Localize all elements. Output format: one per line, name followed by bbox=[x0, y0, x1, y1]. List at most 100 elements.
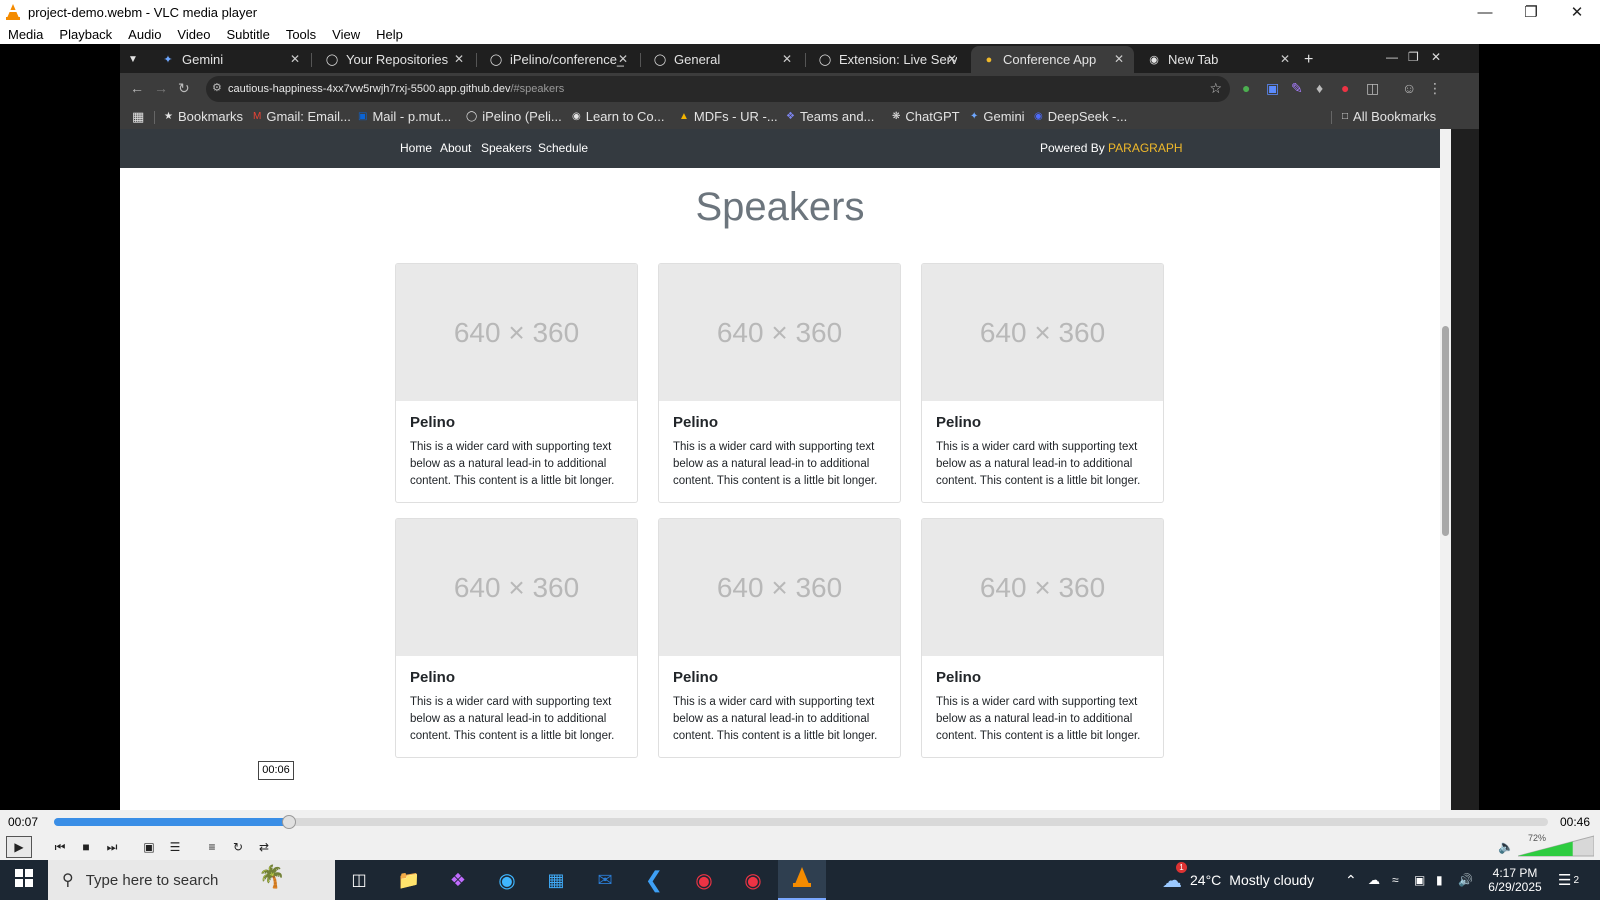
menu-video[interactable]: Video bbox=[169, 27, 218, 42]
onedrive-icon[interactable]: ☁ bbox=[1368, 860, 1380, 900]
site-info-icon[interactable]: ⚙ bbox=[212, 81, 222, 94]
back-icon[interactable]: ← bbox=[130, 80, 144, 96]
nav-speakers[interactable]: Speakers bbox=[481, 141, 532, 155]
volume-icon[interactable]: 🔊 bbox=[1458, 860, 1473, 900]
bookmark-star-icon[interactable]: ☆ bbox=[1209, 80, 1222, 97]
weather-widget[interactable]: ☁ 1 24°C Mostly cloudy bbox=[1162, 860, 1314, 900]
file-explorer-button[interactable]: 📁 bbox=[385, 860, 433, 900]
seek-handle[interactable] bbox=[281, 815, 296, 829]
close-icon[interactable]: ✕ bbox=[454, 52, 464, 66]
chevron-up-icon[interactable]: ⌃ bbox=[1345, 860, 1357, 900]
nav-home[interactable]: Home bbox=[400, 141, 432, 155]
copilot-button[interactable]: ❖ bbox=[434, 860, 482, 900]
next-button[interactable]: ⏭ bbox=[100, 836, 124, 858]
menu-kebab-icon[interactable]: ⋮ bbox=[1428, 80, 1442, 97]
store-button[interactable]: ▦ bbox=[532, 860, 580, 900]
chrome-button[interactable]: ◉ bbox=[729, 860, 777, 900]
all-bookmarks-button[interactable]: □ All Bookmarks bbox=[1342, 109, 1436, 124]
menu-playback[interactable]: Playback bbox=[51, 27, 120, 42]
nav-schedule[interactable]: Schedule bbox=[538, 141, 588, 155]
bookmark-learn-to-code[interactable]: ◉ Learn to Co... bbox=[572, 109, 665, 124]
start-button[interactable] bbox=[0, 860, 48, 900]
menu-view[interactable]: View bbox=[324, 27, 368, 42]
stop-button[interactable]: ■ bbox=[74, 836, 98, 858]
bookmark-gemini[interactable]: ✦ Gemini bbox=[970, 109, 1025, 124]
taskbar-search[interactable]: ⚲ Type here to search 🌴 bbox=[48, 860, 335, 900]
tab-extension-live-server[interactable]: ◯ Extension: Live Serv ✕ bbox=[807, 46, 967, 73]
tab-gemini[interactable]: ✦ Gemini ✕ bbox=[150, 46, 310, 73]
nav-about[interactable]: About bbox=[440, 141, 471, 155]
profile-avatar-icon[interactable]: ☺ bbox=[1402, 80, 1416, 96]
vlc-taskbar-button[interactable] bbox=[778, 860, 826, 900]
restore-button[interactable]: ❐ bbox=[1508, 0, 1554, 24]
bookmark-mdfs[interactable]: ▲ MDFs - UR -... bbox=[679, 109, 778, 124]
meet-icon[interactable]: ▣ bbox=[1414, 860, 1425, 900]
shuffle-button[interactable]: ⇄ bbox=[252, 836, 276, 858]
seek-bar[interactable] bbox=[54, 815, 1548, 829]
tab-new-tab[interactable]: ◉ New Tab ✕ bbox=[1136, 46, 1300, 73]
bookmark-gmail[interactable]: M Gmail: Email... bbox=[253, 109, 351, 124]
close-icon[interactable]: ✕ bbox=[1114, 52, 1124, 66]
scrollbar-thumb[interactable] bbox=[1442, 326, 1449, 536]
extension-pen-icon[interactable]: ✎ bbox=[1291, 80, 1303, 97]
minimize-button[interactable]: — bbox=[1462, 0, 1508, 24]
loop-button[interactable]: ↻ bbox=[226, 836, 250, 858]
bookmark-bookmarks[interactable]: ★ Bookmarks bbox=[164, 109, 243, 124]
extension-red-icon[interactable]: ● bbox=[1341, 80, 1349, 96]
playlist-button[interactable]: ≡ bbox=[200, 836, 224, 858]
extension-shield-icon[interactable]: ♦ bbox=[1316, 80, 1323, 96]
browser-close-button[interactable]: ✕ bbox=[1431, 50, 1441, 64]
tab-conference-app[interactable]: ● Conference App ✕ bbox=[971, 46, 1134, 73]
outlook-button[interactable]: ✉ bbox=[581, 860, 629, 900]
page-scrollbar[interactable] bbox=[1440, 129, 1451, 810]
address-bar[interactable]: ⚙ cautious-happiness-4xx7vw5rwjh7rxj-550… bbox=[206, 76, 1230, 102]
tab-search-button[interactable]: ▼ bbox=[122, 46, 146, 73]
tab-ipelino-conference[interactable]: ◯ iPelino/conference_ ✕ bbox=[478, 46, 638, 73]
menu-audio[interactable]: Audio bbox=[120, 27, 169, 42]
clock-time: 4:17 PM bbox=[1492, 866, 1538, 880]
bookmark-chatgpt[interactable]: ❋ ChatGPT bbox=[892, 109, 960, 124]
extended-settings-button[interactable]: ☰ bbox=[163, 836, 187, 858]
tab-general[interactable]: ◯ General ✕ bbox=[642, 46, 802, 73]
previous-button[interactable]: ⏮ bbox=[48, 836, 72, 858]
menu-help[interactable]: Help bbox=[368, 27, 411, 42]
play-button[interactable]: ▶ bbox=[6, 836, 32, 858]
extensions-puzzle-icon[interactable]: ◫ bbox=[1366, 80, 1379, 97]
extension-translate-icon[interactable]: ▣ bbox=[1266, 80, 1279, 97]
tab-label: Extension: Live Serv bbox=[839, 52, 957, 67]
fullscreen-button[interactable]: ▣ bbox=[137, 836, 161, 858]
bookmark-mail[interactable]: ▣ Mail - p.mut... bbox=[358, 109, 451, 124]
bookmark-label: Mail - p.mut... bbox=[372, 109, 452, 124]
extension-color-icon[interactable]: ● bbox=[1242, 80, 1250, 96]
browser-restore-button[interactable]: ❐ bbox=[1408, 50, 1419, 64]
battery-icon[interactable]: ▮ bbox=[1436, 860, 1443, 900]
new-tab-button[interactable]: + bbox=[1300, 46, 1324, 73]
apps-grid-icon[interactable]: ▦ bbox=[132, 109, 144, 125]
close-icon[interactable]: ✕ bbox=[290, 52, 300, 66]
edge-button[interactable]: ◉ bbox=[483, 860, 531, 900]
forward-icon[interactable]: → bbox=[154, 80, 168, 96]
bookmark-deepseek[interactable]: ◉ DeepSeek -... bbox=[1034, 109, 1127, 124]
volume-speaker-icon[interactable]: 🔈 bbox=[1498, 839, 1514, 855]
reload-icon[interactable]: ↻ bbox=[178, 80, 190, 97]
menu-media[interactable]: Media bbox=[0, 27, 51, 42]
task-view-button[interactable]: ◫ bbox=[335, 860, 383, 900]
notification-center-icon[interactable]: ☰ 2 bbox=[1558, 860, 1579, 900]
close-icon[interactable]: ✕ bbox=[1280, 52, 1290, 66]
wifi-icon[interactable]: ≈ bbox=[1392, 860, 1399, 900]
menu-tools[interactable]: Tools bbox=[278, 27, 324, 42]
browser-minimize-button[interactable]: — bbox=[1386, 50, 1398, 64]
bookmark-ipelino[interactable]: ◯ iPelino (Peli... bbox=[466, 109, 562, 124]
clock[interactable]: 4:17 PM 6/29/2025 bbox=[1484, 860, 1546, 900]
tab-your-repositories[interactable]: ◯ Your Repositories ✕ bbox=[314, 46, 474, 73]
close-icon[interactable]: ✕ bbox=[947, 52, 957, 66]
close-icon[interactable]: ✕ bbox=[782, 52, 792, 66]
close-button[interactable]: ✕ bbox=[1554, 0, 1600, 24]
chrome-profile-button[interactable]: ◉ bbox=[680, 860, 728, 900]
bookmark-teams[interactable]: ❖ Teams and... bbox=[786, 109, 874, 124]
powered-brand-link[interactable]: PARAGRAPH bbox=[1108, 141, 1182, 155]
volume-slider[interactable]: 72% bbox=[1517, 833, 1595, 858]
menu-subtitle[interactable]: Subtitle bbox=[218, 27, 277, 42]
vscode-button[interactable]: ❮ bbox=[630, 860, 678, 900]
close-icon[interactable]: ✕ bbox=[618, 52, 628, 66]
